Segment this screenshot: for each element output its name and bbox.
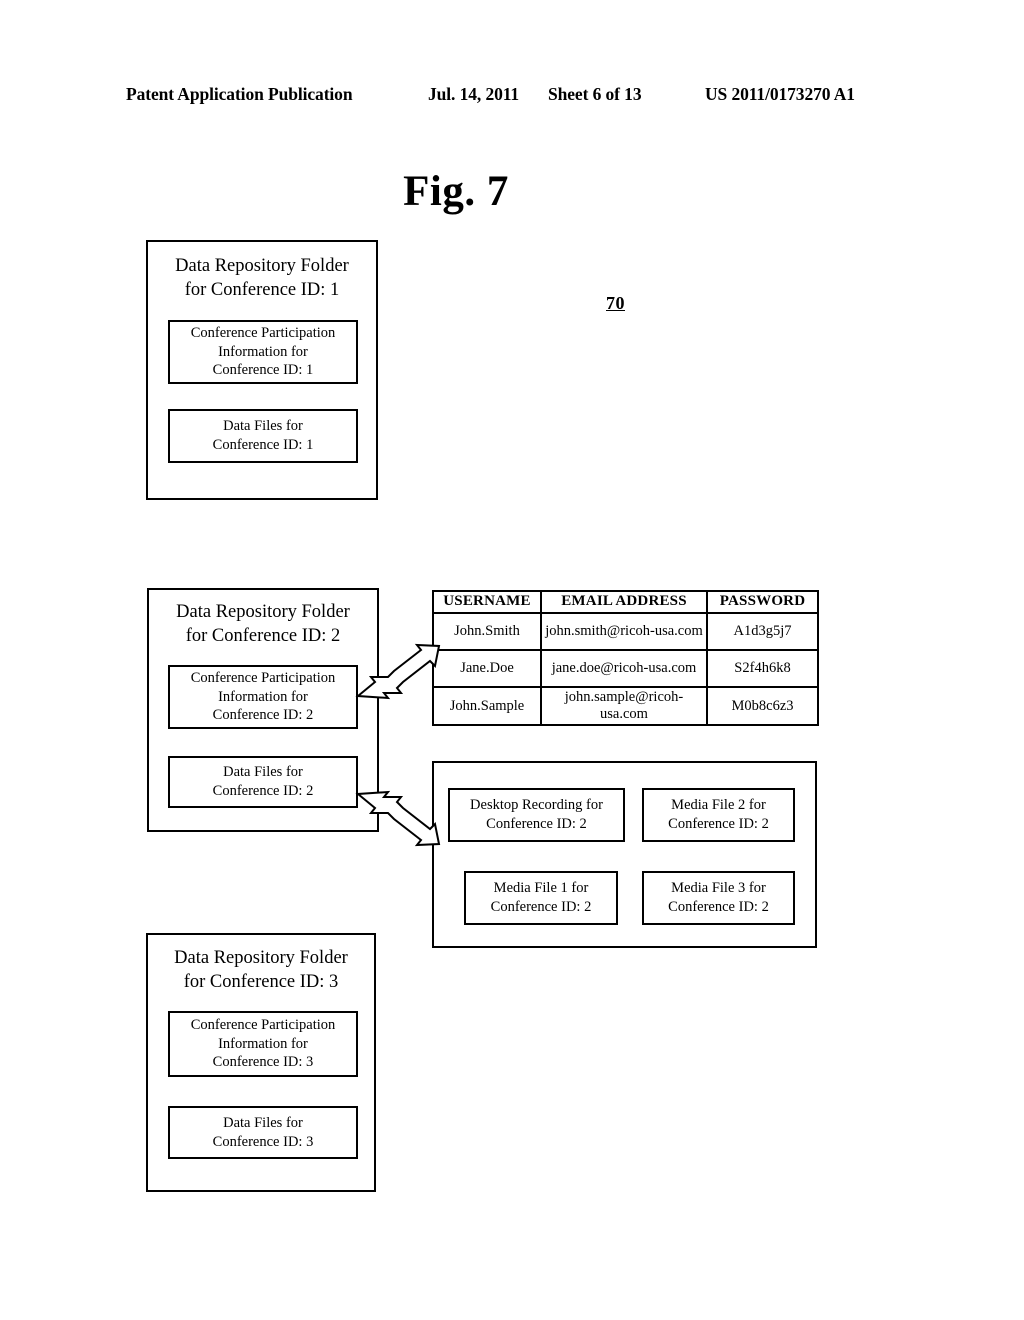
folder-2-datafiles-line2: Conference ID: 2 — [212, 783, 314, 799]
table-row: Jane.Doe jane.doe@ricoh-usa.com S2f4h6k8 — [432, 649, 819, 688]
desktop-recording-line2: Conference ID: 2 — [486, 816, 587, 832]
cell-password: M0b8c6z3 — [706, 685, 819, 727]
header-sheet-label: Sheet 6 of 13 — [548, 84, 642, 104]
column-header-email: EMAIL ADDRESS — [540, 590, 708, 614]
header-patent-number: US 2011/0173270 A1 — [705, 84, 855, 104]
folder-3-data-files-box: Data Files for Conference ID: 3 — [168, 1106, 358, 1159]
folder-3-participation-info-box: Conference Participation Information for… — [168, 1011, 358, 1077]
folder-2-participation-line3: Conference ID: 2 — [212, 707, 314, 724]
cell-password: A1d3g5j7 — [706, 612, 819, 651]
folder-1-participation-line2: Information for — [218, 343, 308, 360]
folder-3-participation-line2: Information for — [218, 1035, 308, 1052]
credentials-table: USERNAME EMAIL ADDRESS PASSWORD John.Smi… — [432, 590, 819, 727]
figure-title-text: Fig. 7 — [403, 168, 509, 215]
folder-3-title: Data Repository Folder for Conference ID… — [148, 946, 374, 994]
folder-2-participation-line1: Conference Participation — [190, 670, 336, 687]
folder-1-data-files-box: Data Files for Conference ID: 1 — [168, 409, 358, 463]
folder-1-participation-info-box: Conference Participation Information for… — [168, 320, 358, 384]
media-file-3-box: Media File 3 for Conference ID: 2 — [642, 871, 795, 925]
folder-3-participation-line1: Conference Participation — [190, 1017, 336, 1034]
media-file-2-line2: Conference ID: 2 — [668, 816, 769, 832]
folder-1-participation-line3: Conference ID: 1 — [212, 362, 314, 379]
data-repository-folder-1: Data Repository Folder for Conference ID… — [146, 240, 378, 500]
data-repository-folder-2: Data Repository Folder for Conference ID… — [147, 588, 379, 832]
desktop-recording-box: Desktop Recording for Conference ID: 2 — [448, 788, 625, 842]
double-arrow-datafiles-to-container — [355, 790, 441, 847]
desktop-recording-line1: Desktop Recording for — [470, 797, 603, 814]
folder-2-participation-line2: Information for — [218, 688, 308, 705]
data-repository-folder-3: Data Repository Folder for Conference ID… — [146, 933, 376, 1192]
header-date-label: Jul. 14, 2011 — [428, 84, 520, 104]
media-file-3-line2: Conference ID: 2 — [668, 899, 769, 915]
double-arrow-participation-to-table — [355, 643, 441, 700]
folder-1-title-line2: for Conference ID: 1 — [184, 280, 340, 301]
folder-3-title-line1: Data Repository Folder — [174, 948, 348, 968]
media-file-2-line1: Media File 2 for — [671, 797, 766, 814]
column-header-password: PASSWORD — [706, 590, 819, 614]
page-header: Patent Application Publication Jul. 14, … — [0, 84, 1024, 110]
header-publication-label: Patent Application Publication — [126, 84, 353, 104]
folder-2-title-line1: Data Repository Folder — [176, 602, 350, 622]
table-row: John.Smith john.smith@ricoh-usa.com A1d3… — [432, 612, 819, 651]
folder-2-participation-info-box: Conference Participation Information for… — [168, 665, 358, 729]
folder-1-participation-line1: Conference Participation — [190, 325, 336, 342]
media-file-1-box: Media File 1 for Conference ID: 2 — [464, 871, 618, 925]
folder-2-datafiles-line1: Data Files for — [223, 764, 303, 781]
folder-1-title: Data Repository Folder for Conference ID… — [148, 254, 376, 302]
table-row: John.Sample john.sample@ricoh-usa.com M0… — [432, 685, 819, 727]
reference-numeral-70: 70 — [606, 293, 625, 313]
table-header-row: USERNAME EMAIL ADDRESS PASSWORD — [432, 590, 819, 614]
folder-3-participation-line3: Conference ID: 3 — [212, 1054, 314, 1071]
folder-2-title-line2: for Conference ID: 2 — [185, 626, 341, 647]
folder-3-title-line2: for Conference ID: 3 — [183, 972, 339, 993]
cell-email: jane.doe@ricoh-usa.com — [540, 649, 708, 688]
media-file-1-line1: Media File 1 for — [493, 880, 589, 897]
cell-email: john.smith@ricoh-usa.com — [540, 612, 708, 651]
folder-3-datafiles-line2: Conference ID: 3 — [212, 1133, 314, 1150]
media-file-1-line2: Conference ID: 2 — [490, 899, 592, 915]
media-file-2-box: Media File 2 for Conference ID: 2 — [642, 788, 795, 842]
folder-1-datafiles-line2: Conference ID: 1 — [212, 437, 314, 453]
folder-1-title-line1: Data Repository Folder — [175, 256, 349, 276]
data-files-container: Desktop Recording for Conference ID: 2 M… — [432, 761, 817, 948]
cell-email: john.sample@ricoh-usa.com — [540, 685, 708, 727]
figure-title: Fig. 7 — [0, 167, 1024, 216]
media-file-3-line1: Media File 3 for — [671, 880, 766, 897]
folder-1-datafiles-line1: Data Files for — [223, 418, 303, 435]
folder-2-data-files-box: Data Files for Conference ID: 2 — [168, 756, 358, 808]
folder-3-datafiles-line1: Data Files for — [223, 1114, 303, 1131]
cell-password: S2f4h6k8 — [706, 649, 819, 688]
folder-2-title: Data Repository Folder for Conference ID… — [149, 600, 377, 648]
column-header-username: USERNAME — [432, 590, 542, 614]
